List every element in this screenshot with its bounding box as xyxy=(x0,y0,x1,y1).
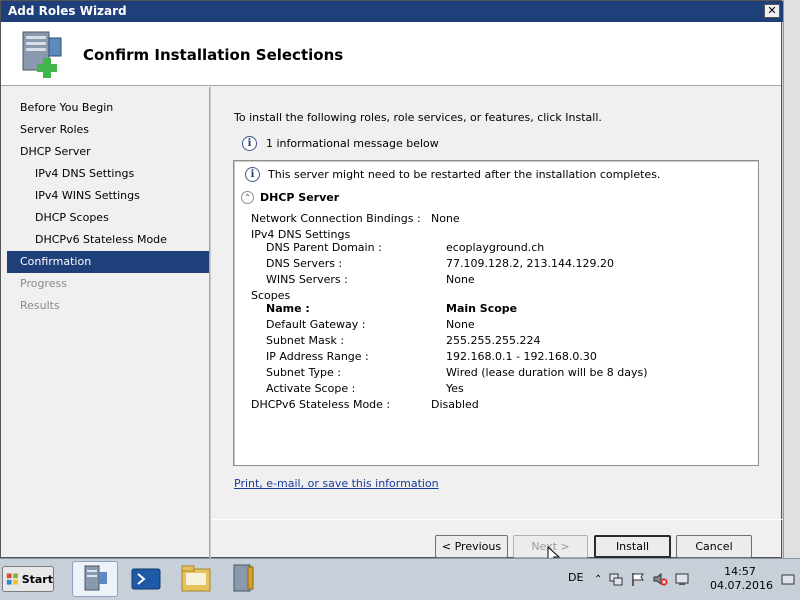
nav-item-confirmation[interactable]: Confirmation xyxy=(7,251,209,273)
clock[interactable]: 14:57 04.07.2016 xyxy=(710,565,773,593)
add-roles-wizard-window: Add Roles Wizard ✕ Confirm Installation … xyxy=(0,0,783,559)
info-icon: i xyxy=(242,135,257,151)
show-desktop-icon[interactable] xyxy=(780,565,796,593)
ncb-value: None xyxy=(431,212,460,225)
nav-item-ipv4-dns-settings[interactable]: IPv4 DNS Settings xyxy=(7,163,209,185)
wins-servers-label: WINS Servers : xyxy=(266,273,348,286)
wins-servers-value: None xyxy=(446,273,475,286)
restart-message: i This server might need to be restarted… xyxy=(245,167,660,182)
intro-text: To install the following roles, role ser… xyxy=(234,111,602,124)
info-summary: i 1 informational message below xyxy=(242,134,439,152)
dhcpv6-mode-label: DHCPv6 Stateless Mode : xyxy=(251,398,391,411)
taskbar-explorer[interactable] xyxy=(174,561,220,597)
restart-message-text: This server might need to be restarted a… xyxy=(268,168,661,181)
ip-range-label: IP Address Range : xyxy=(266,350,369,363)
start-label: Start xyxy=(21,572,53,586)
taskbar-admin-tools[interactable] xyxy=(224,561,270,597)
show-hidden-icons-icon[interactable]: ⌃ xyxy=(594,574,602,585)
desktop-background-strip xyxy=(783,0,800,558)
network-status-icon[interactable] xyxy=(674,571,690,587)
folder-icon xyxy=(181,565,211,592)
system-tray: ⌃ xyxy=(594,567,690,591)
dhcp-server-section-header[interactable]: ⌃ DHCP Server xyxy=(241,191,339,204)
nav-item-server-roles[interactable]: Server Roles xyxy=(7,119,209,141)
start-button[interactable]: Start xyxy=(2,566,54,592)
scope-name-label: Name : xyxy=(266,302,310,315)
print-email-save-link[interactable]: Print, e-mail, or save this information xyxy=(234,477,439,490)
nav-item-ipv4-wins-settings[interactable]: IPv4 WINS Settings xyxy=(7,185,209,207)
ncb-label: Network Connection Bindings : xyxy=(251,212,421,225)
button-separator xyxy=(211,519,783,520)
nav-item-dhcp-server[interactable]: DHCP Server xyxy=(7,141,209,163)
nav-item-progress: Progress xyxy=(20,277,67,290)
wizard-header: Confirm Installation Selections xyxy=(1,22,781,86)
subnet-type-value: Wired (lease duration will be 8 days) xyxy=(446,366,648,379)
administrative-tools-icon xyxy=(233,564,254,592)
activate-scope-label: Activate Scope : xyxy=(266,382,356,395)
dns-parent-label: DNS Parent Domain : xyxy=(266,241,382,254)
info-count-text: 1 informational message below xyxy=(266,136,439,150)
subnet-type-label: Subnet Type : xyxy=(266,366,341,379)
chevron-up-icon[interactable]: ⌃ xyxy=(241,191,254,204)
scope-name-value: Main Scope xyxy=(446,302,518,315)
nav-item-dhcpv6-stateless-mode[interactable]: DHCPv6 Stateless Mode xyxy=(7,229,209,251)
nav-item-dhcp-scopes[interactable]: DHCP Scopes xyxy=(7,207,209,229)
window-title: Add Roles Wizard xyxy=(8,4,127,18)
nav-item-before-you-begin[interactable]: Before You Begin xyxy=(7,97,209,119)
network-icon[interactable] xyxy=(608,571,624,587)
install-button[interactable]: Install xyxy=(594,535,671,558)
scopes-label: Scopes xyxy=(251,289,291,302)
dns-parent-value: ecoplayground.ch xyxy=(446,241,545,254)
taskbar: Start DE ⌃ 14:57 04.07.2016 xyxy=(0,558,800,600)
subnet-mask-value: 255.255.255.224 xyxy=(446,334,541,347)
page-title: Confirm Installation Selections xyxy=(83,46,344,64)
ipv4-dns-label: IPv4 DNS Settings xyxy=(251,228,351,241)
taskbar-powershell[interactable] xyxy=(124,561,170,597)
subnet-mask-label: Subnet Mask : xyxy=(266,334,345,347)
ip-range-value: 192.168.0.1 - 192.168.0.30 xyxy=(446,350,597,363)
selections-panel[interactable]: i This server might need to be restarted… xyxy=(233,160,759,466)
previous-button[interactable]: < Previous xyxy=(435,535,508,558)
dhcpv6-mode-value: Disabled xyxy=(431,398,479,411)
clock-date: 04.07.2016 xyxy=(710,579,773,592)
action-center-flag-icon[interactable] xyxy=(630,571,646,587)
windows-logo-icon xyxy=(6,573,18,585)
taskbar-server-manager[interactable] xyxy=(72,561,118,597)
nav-item-results: Results xyxy=(20,299,60,312)
close-button[interactable]: ✕ xyxy=(764,4,780,18)
clock-time: 14:57 xyxy=(724,565,756,578)
wizard-steps-nav: Before You Begin Server Roles DHCP Serve… xyxy=(7,97,209,317)
server-manager-icon xyxy=(84,565,107,591)
server-roles-add-icon xyxy=(22,31,62,78)
language-indicator[interactable]: DE xyxy=(568,571,583,584)
gateway-label: Default Gateway : xyxy=(266,318,366,331)
info-icon: i xyxy=(245,167,260,182)
powershell-icon xyxy=(131,568,161,590)
main-content: To install the following roles, role ser… xyxy=(211,87,783,559)
dns-servers-label: DNS Servers : xyxy=(266,257,343,270)
gateway-value: None xyxy=(446,318,475,331)
section-title: DHCP Server xyxy=(260,191,340,204)
title-bar[interactable]: Add Roles Wizard ✕ xyxy=(1,1,783,22)
cancel-button[interactable]: Cancel xyxy=(676,535,752,558)
activate-scope-value: Yes xyxy=(446,382,464,395)
dns-servers-value: 77.109.128.2, 213.144.129.20 xyxy=(446,257,614,270)
volume-muted-icon[interactable] xyxy=(652,571,668,587)
